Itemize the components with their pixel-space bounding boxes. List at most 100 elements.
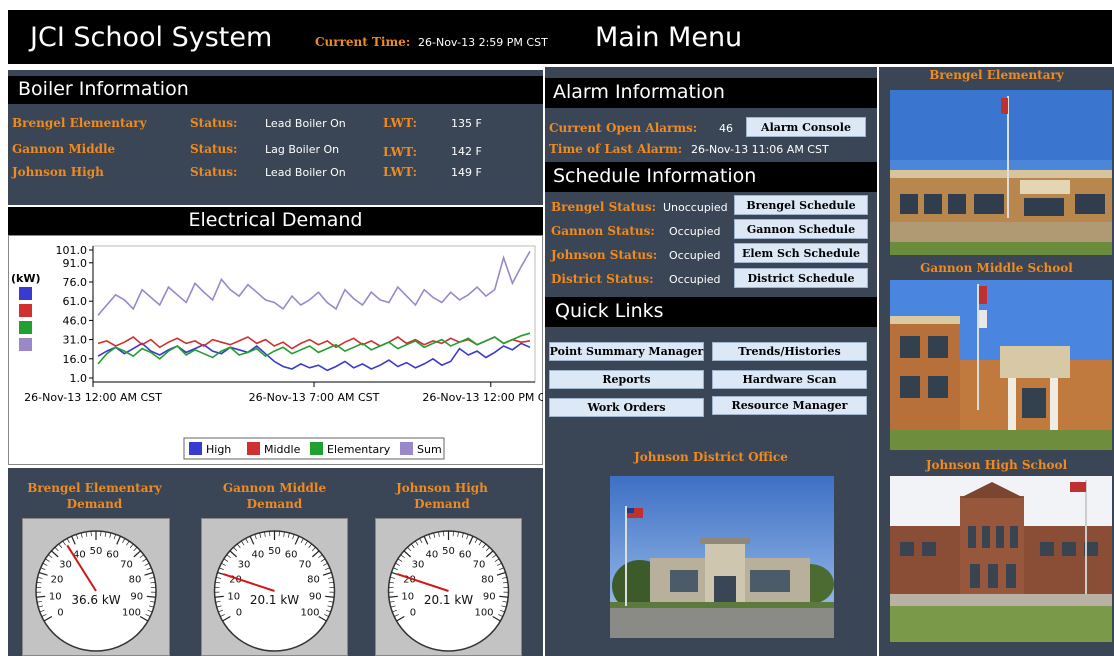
gauge-scale-label: 80 — [307, 574, 320, 585]
current-time-value: 26-Nov-13 2:59 PM CST — [418, 36, 548, 49]
gauge-readout: 36.6 kW — [71, 593, 120, 607]
boiler-lwt-3: 149 F — [451, 166, 482, 179]
schedule-value-3: Occupied — [669, 249, 721, 262]
boiler-lwt-2: 142 F — [451, 145, 482, 158]
x-tick-label: 26-Nov-13 7:00 AM CST — [249, 391, 380, 404]
gauge-scale-label: 90 — [483, 591, 496, 602]
schedule-value-2: Occupied — [669, 225, 721, 238]
gauge-scale-label: 70 — [473, 560, 486, 571]
gauge-scale-label: 80 — [129, 574, 142, 585]
current-time-label: Current Time: — [315, 35, 411, 49]
elem-sch-schedule-button[interactable]: Elem Sch Schedule — [734, 243, 868, 263]
main-menu-title: Main Menu — [595, 22, 743, 53]
boiler-school-3: Johnson High — [12, 165, 104, 179]
app-title: JCI School System — [30, 22, 273, 53]
reports-button[interactable]: Reports — [549, 370, 704, 389]
legend-label-elementary: Elementary — [327, 443, 391, 456]
demand-gauge-gannon: 010203040 50 6070809010020.1 kW — [213, 530, 336, 652]
gannon-schedule-button[interactable]: Gannon Schedule — [734, 219, 868, 239]
gauge-scale-label: 30 — [238, 560, 251, 571]
hardware-scan-button[interactable]: Hardware Scan — [712, 370, 867, 389]
gauge-scale-label: 10 — [227, 591, 240, 602]
alarm-title: Alarm Information — [553, 81, 725, 103]
boiler-lwt-1: 135 F — [451, 117, 482, 130]
gannon-photo[interactable] — [890, 280, 1112, 450]
gauge-scale-label: 90 — [130, 591, 143, 602]
plot-area — [92, 245, 536, 383]
legend-label-middle: Middle — [264, 443, 301, 456]
demand-gauge-brengel: 010203040 50 6070809010036.6 kW — [35, 530, 157, 652]
boiler-title: Boiler Information — [18, 78, 189, 100]
gauge-scale-label: 90 — [309, 591, 322, 602]
y-tick-label: 16.0 — [63, 353, 88, 366]
legend-swatch-high — [189, 442, 202, 455]
schedule-label-1: Brengel Status: — [551, 200, 657, 214]
y-tick-label: 46.0 — [63, 314, 88, 327]
y-tick-label: 76.0 — [63, 276, 88, 289]
school-title-gannon: Gannon Middle School — [920, 261, 1073, 275]
gauge-scale-label: 100 — [122, 608, 141, 619]
boiler-status-label-2: Status: — [190, 142, 238, 156]
electrical-demand-chart: 101.091.0 76.0 61.0 46.0 31.0 16.0 1.0 26-Nov-1… — [24, 244, 543, 460]
district-office-photo[interactable] — [610, 476, 834, 638]
gauge-box-3: 0 10 20 30 40 50 60 70 80 90 100 20.1 kW — [375, 518, 522, 656]
point-summary-manager-button[interactable]: Point Summary Manager — [549, 342, 704, 361]
gauge-scale-label: 10 — [401, 591, 414, 602]
brengel-image — [890, 90, 1112, 255]
quick-links-title: Quick Links — [555, 300, 664, 322]
chart-legend: High Middle Elementary Sum — [183, 437, 445, 460]
electrical-title: Electrical Demand — [188, 209, 363, 231]
johnson-image — [890, 476, 1112, 642]
trends-histories-button[interactable]: Trends/Histories — [712, 342, 867, 361]
y-tick-label: 61.0 — [63, 295, 88, 308]
alarm-last-label: Time of Last Alarm: — [549, 142, 683, 156]
gauge-box-2: 0 10 20 30 40 50 60 70 80 90 100 20.1 kW — [201, 518, 348, 656]
gauge-box-1: 0 10 20 30 40 50 60 70 80 90 100 36.6 kW — [22, 518, 170, 656]
gauge-scale-label: 50 — [442, 546, 455, 557]
legend-swatch-sum — [400, 442, 413, 455]
gauge-scale-label: 0 — [57, 608, 63, 619]
boiler-lwt-label-3: LWT: — [383, 165, 418, 179]
y-tick-label: 1.0 — [70, 372, 88, 385]
alarm-open-count: 46 — [719, 122, 733, 135]
gauge-scale-label: 70 — [120, 560, 133, 571]
gauge-scale-label: 30 — [59, 560, 72, 571]
gauge-scale-label: 60 — [106, 550, 119, 561]
gauge-scale-label: 50 — [268, 546, 281, 557]
school-title-johnson: Johnson High School — [925, 458, 1068, 472]
gauge-title-2: Gannon Middle Demand — [222, 481, 327, 511]
boiler-school-2: Gannon Middle — [12, 142, 116, 156]
boiler-status-label-3: Status: — [190, 165, 238, 179]
gauge-scale-label: 100 — [300, 608, 319, 619]
gauge-scale-label: 20 — [51, 574, 64, 585]
alarm-console-button[interactable]: Alarm Console — [746, 117, 866, 137]
johnson-photo[interactable] — [890, 476, 1112, 642]
boiler-status-2: Lag Boiler On — [265, 143, 340, 156]
work-orders-button[interactable]: Work Orders — [549, 398, 704, 417]
gauge-scale-label: 40 — [425, 550, 438, 561]
alarm-open-label: Current Open Alarms: — [549, 121, 698, 135]
y-tick-label: 31.0 — [63, 334, 88, 347]
brengel-photo[interactable] — [890, 90, 1112, 255]
boiler-lwt-label-1: LWT: — [383, 116, 418, 130]
gauge-title-3: Johnson High Demand — [396, 481, 488, 511]
boiler-lwt-label-2: LWT: — [383, 145, 418, 159]
legend-label-sum: Sum — [417, 443, 442, 456]
resource-manager-button[interactable]: Resource Manager — [712, 396, 867, 415]
legend-label-high: High — [206, 443, 231, 456]
gauge-scale-label: 30 — [412, 560, 425, 571]
boiler-status-label-1: Status: — [190, 116, 238, 130]
brengel-schedule-button[interactable]: Brengel Schedule — [734, 195, 868, 215]
schedule-value-1: Unoccupied — [663, 201, 728, 214]
boiler-school-1: Brengel Elementary — [12, 116, 147, 130]
district-office-image — [610, 476, 834, 638]
gauge-scale-label: 60 — [285, 550, 298, 561]
gauge-title-1: Brengel Elementary Demand — [27, 481, 162, 511]
boiler-status-1: Lead Boiler On — [265, 117, 346, 130]
gauge-scale-label: 80 — [481, 574, 494, 585]
district-schedule-button[interactable]: District Schedule — [734, 268, 868, 288]
schedule-label-2: Gannon Status: — [551, 224, 655, 238]
gauge-scale-label: 10 — [49, 591, 62, 602]
gauge-readout: 20.1 kW — [250, 593, 299, 607]
district-office-title: Johnson District Office — [634, 450, 788, 464]
